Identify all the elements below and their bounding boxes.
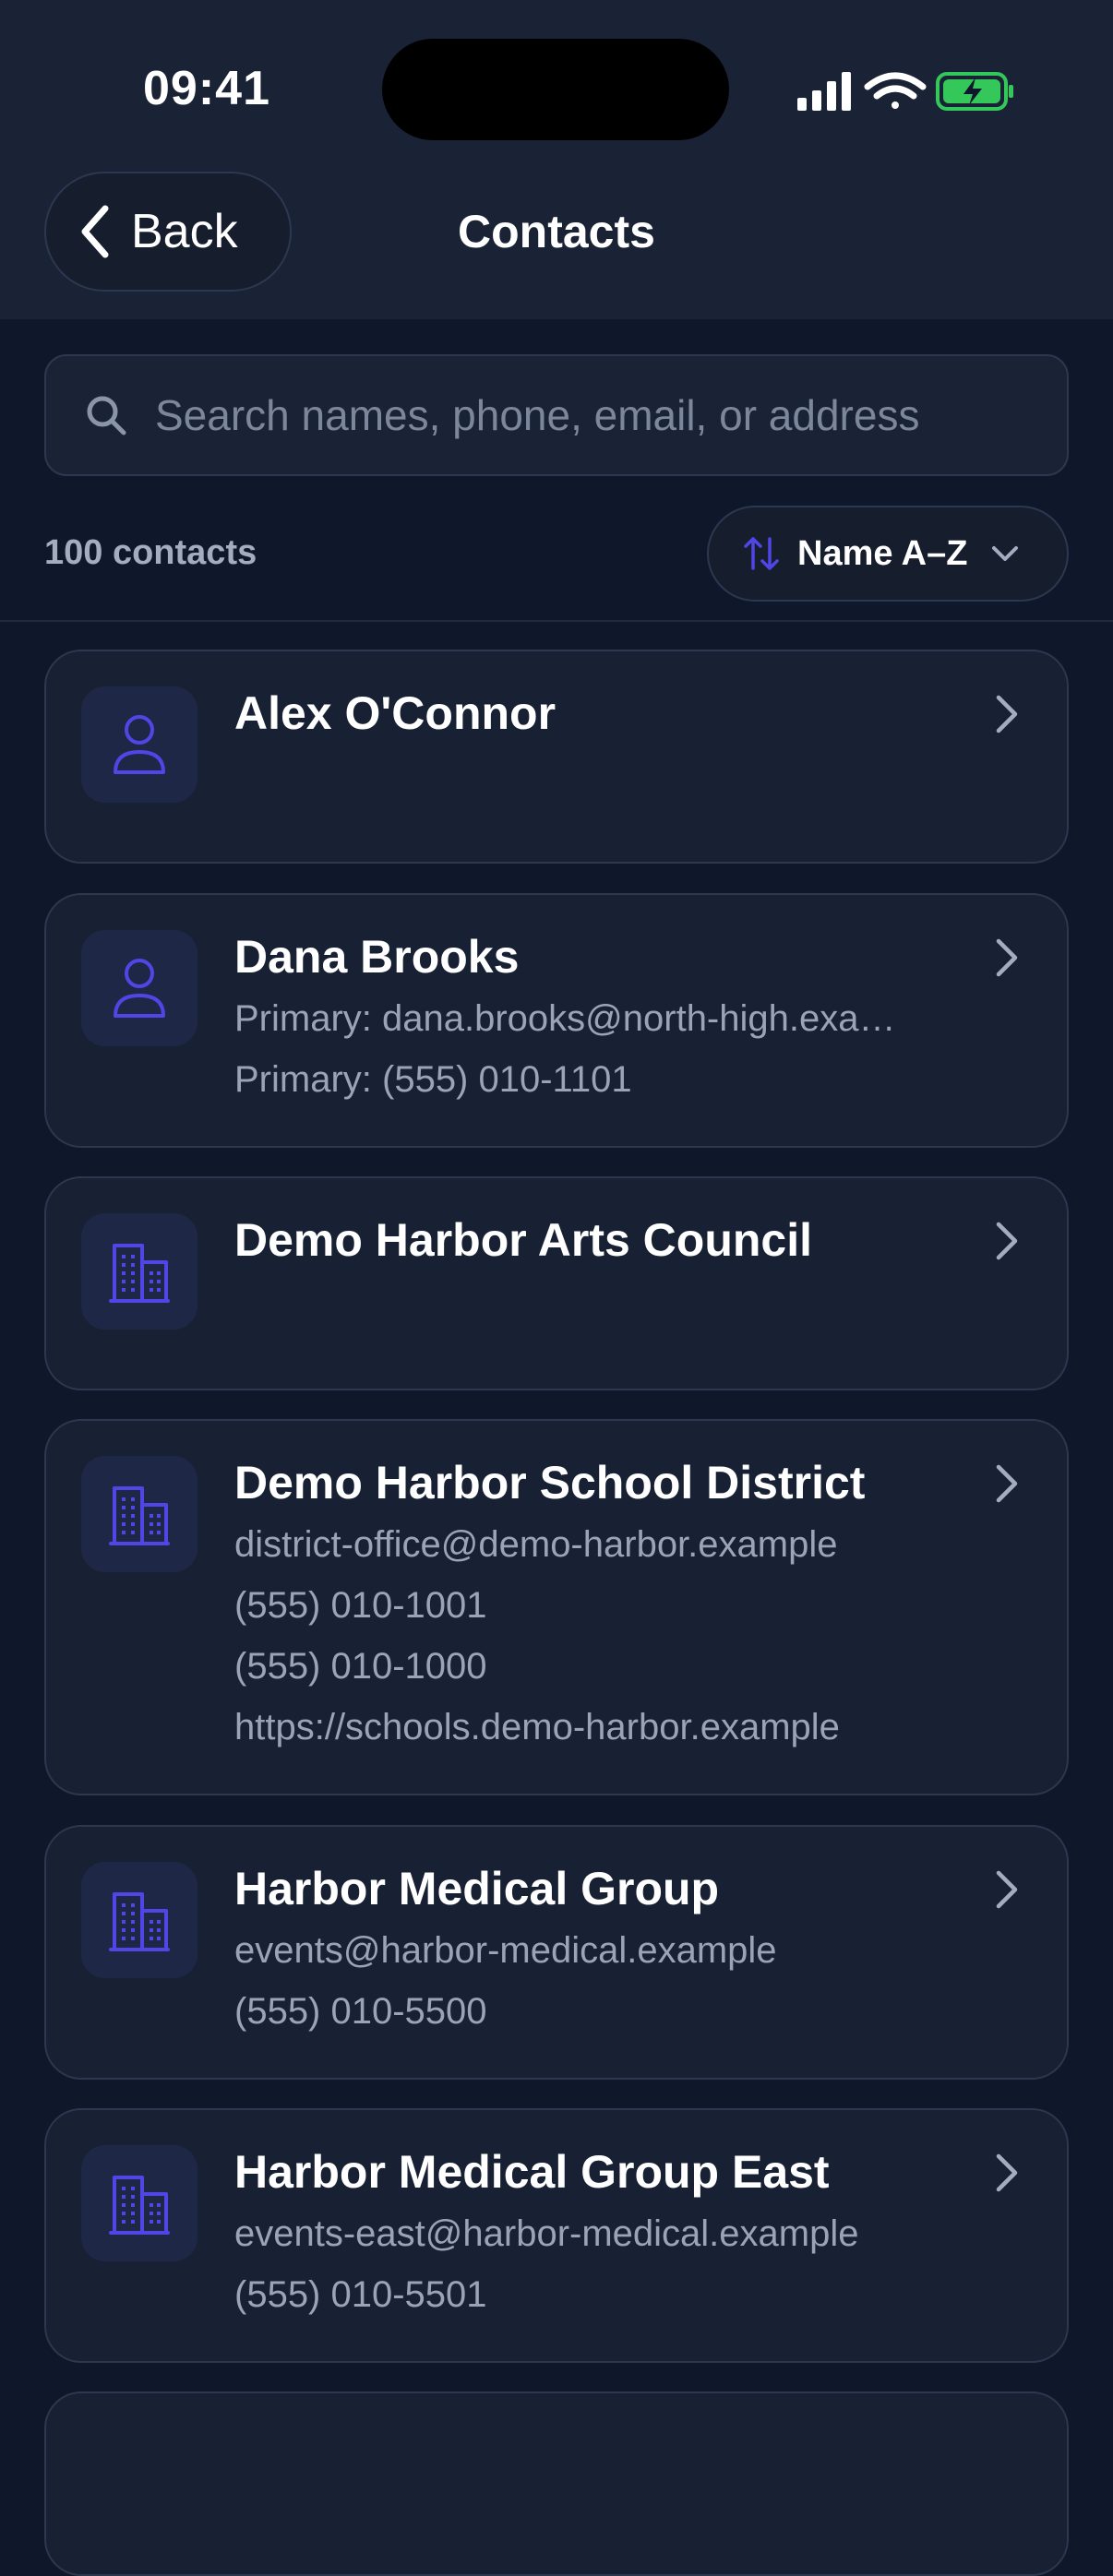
search-placeholder: Search names, phone, email, or address [155, 391, 920, 439]
sort-label: Name A–Z [797, 533, 968, 573]
chevron-right-icon [996, 2153, 1018, 2192]
page-title: Contacts [458, 206, 655, 257]
chevron-right-icon [996, 938, 1018, 977]
chevron-right-icon [996, 1222, 1018, 1260]
contact-detail: https://schools.demo-harbor.example [234, 1707, 840, 1747]
person-icon [114, 715, 165, 774]
chevron-right-icon [996, 1464, 1018, 1503]
signal-icon [797, 72, 851, 111]
contact-name: Demo Harbor Arts Council [234, 1214, 813, 1266]
divider [0, 620, 1113, 622]
contact-card[interactable]: Demo Harbor School District district-offi… [44, 1419, 1069, 1795]
contact-detail: events-east@harbor-medical.example [234, 2213, 859, 2254]
contact-detail: (555) 010-5501 [234, 2274, 487, 2315]
contact-name: Dana Brooks [234, 931, 520, 983]
person-icon [114, 959, 165, 1018]
contact-detail: events@harbor-medical.example [234, 1930, 777, 1971]
contact-detail: Primary: (555) 010-1101 [234, 1059, 632, 1100]
contact-avatar [81, 686, 197, 803]
contact-name: Demo Harbor School District [234, 1457, 866, 1509]
contact-avatar [81, 1456, 197, 1572]
sort-arrows-icon [744, 537, 779, 570]
search-input[interactable]: Search names, phone, email, or address [44, 354, 1069, 476]
contact-card[interactable]: Dana Brooks Primary: dana.brooks@north-hi… [44, 893, 1069, 1148]
chevron-right-icon [996, 695, 1018, 733]
building-icon [109, 1486, 170, 1545]
back-button[interactable]: Back [44, 172, 292, 292]
contact-name: Alex O'Connor [234, 687, 556, 739]
search-icon [87, 396, 126, 435]
contact-detail: district-office@demo-harbor.example [234, 1524, 838, 1565]
chevron-down-icon [992, 546, 1019, 561]
contact-avatar [81, 2145, 197, 2261]
status-time: 09:41 [143, 62, 270, 115]
contact-avatar [81, 1213, 197, 1330]
back-label: Back [131, 205, 238, 258]
contact-detail: (555) 010-1001 [234, 1585, 487, 1626]
contact-detail: (555) 010-5500 [234, 1991, 487, 2032]
contact-avatar [81, 930, 197, 1046]
contact-card[interactable]: Harbor Medical Group East events-east@har… [44, 2108, 1069, 2363]
contact-card[interactable]: Harbor Medical Group events@harbor-medica… [44, 1825, 1069, 2080]
chevron-right-icon [996, 1870, 1018, 1909]
chevron-left-icon [81, 205, 109, 258]
contact-count: 100 contacts [44, 533, 257, 572]
contact-detail: Primary: dana.brooks@north-high.exa… [234, 998, 896, 1039]
contact-avatar [81, 1862, 197, 1978]
dynamic-island [382, 39, 729, 140]
building-icon [109, 2176, 170, 2235]
contact-name: Harbor Medical Group East [234, 2146, 830, 2198]
building-icon [109, 1244, 170, 1303]
contact-name: Harbor Medical Group [234, 1863, 720, 1914]
building-icon [109, 1892, 170, 1951]
contact-detail: (555) 010-1000 [234, 1646, 487, 1687]
contact-card[interactable]: Alex O'Connor [44, 650, 1069, 864]
sort-button[interactable]: Name A–Z [707, 506, 1069, 602]
status-icons [797, 72, 1013, 111]
battery-icon [936, 72, 1013, 111]
contact-card[interactable]: Demo Harbor Arts Council [44, 1176, 1069, 1390]
contact-card-partial[interactable] [44, 2391, 1069, 2576]
wifi-icon [864, 72, 927, 109]
header: 09:41 Back Contacts [0, 0, 1113, 319]
